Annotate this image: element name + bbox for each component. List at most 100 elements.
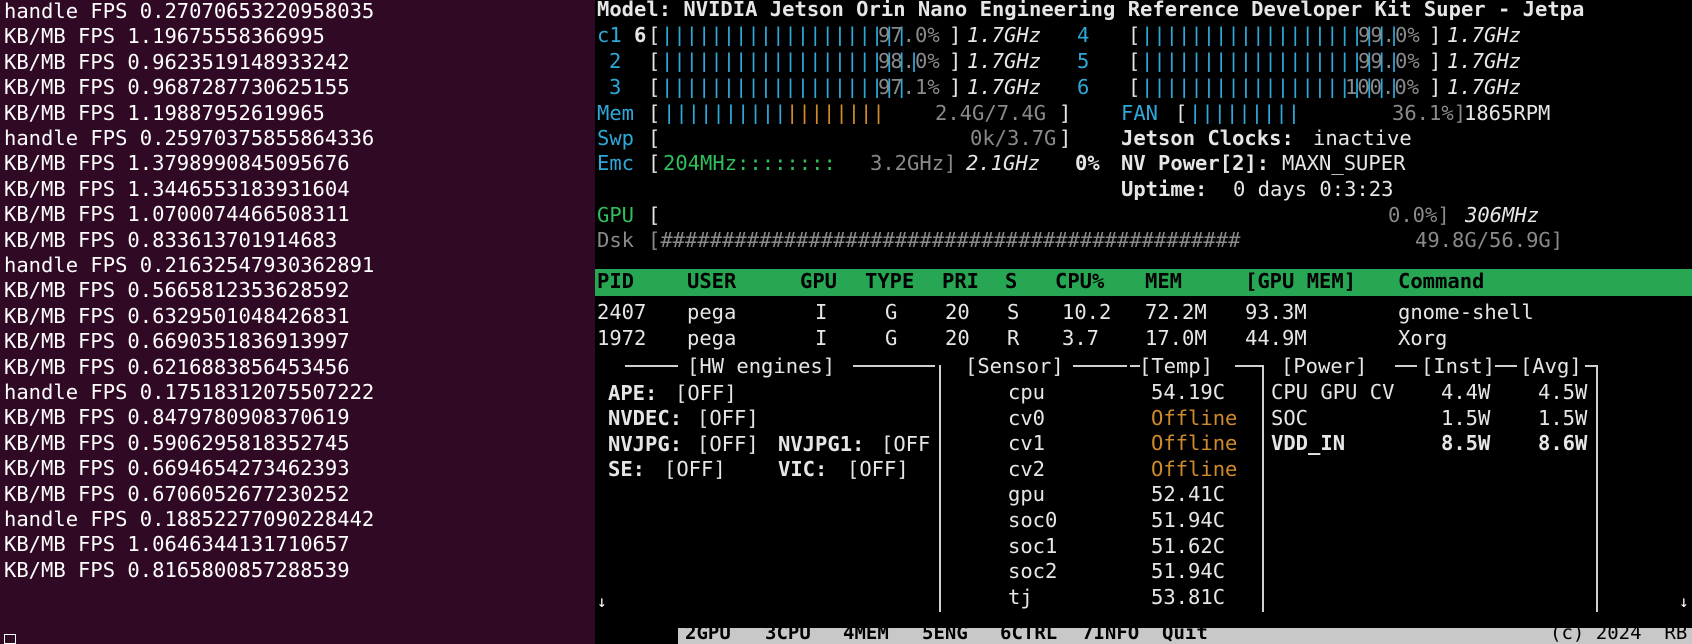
- scroll-down-left-icon[interactable]: ↓: [597, 588, 607, 615]
- process-cell: 17.0M: [1145, 326, 1207, 350]
- cpu2-bracket-close: ]: [949, 49, 962, 73]
- terminal-line: KB/MB FPS 1.3798990845095676: [4, 151, 350, 176]
- mem-bar: |||||||||| ||||||||: [663, 104, 885, 124]
- dsk-label: Dsk: [597, 228, 635, 252]
- swp-bracket-open: [: [648, 126, 661, 150]
- process-cell[interactable]: gnome-shell: [1398, 299, 1534, 326]
- sensor-temp: 51.94C: [1151, 559, 1226, 584]
- hw-se-value: [OFF]: [664, 457, 726, 481]
- hw-ape-value: [OFF]: [675, 381, 737, 405]
- footer-tab-5eng[interactable]: 5ENG: [922, 620, 968, 644]
- col-gpu-mem[interactable]: [GPU MEM]: [1245, 268, 1356, 295]
- process-cell: pega: [687, 300, 737, 324]
- power-rail-name: SOC: [1271, 405, 1309, 430]
- col-gpu[interactable]: GPU: [800, 268, 837, 295]
- cpu4-freq: 1.7GHz: [1447, 23, 1522, 47]
- footer-copyright: (c) 2024 RB: [1550, 622, 1688, 644]
- cpu2-bracket-open: [: [648, 49, 661, 73]
- power-title: [Power]: [1281, 354, 1368, 378]
- uptime-value: 0 days 0:3:23: [1233, 177, 1394, 201]
- scroll-down-right-icon[interactable]: ↓: [1679, 588, 1689, 615]
- process-cell: G: [885, 326, 898, 350]
- process-cell: 93.3M: [1245, 300, 1307, 324]
- col-user[interactable]: USER: [687, 268, 736, 295]
- dsk-value: 49.8G/56.9G]: [1415, 228, 1564, 252]
- sensor-temp: 52.41C: [1151, 482, 1226, 507]
- avg-title: [Avg]: [1520, 354, 1582, 378]
- cpu1-label: c1: [597, 23, 622, 47]
- cpu-count: 6: [634, 23, 647, 47]
- swp-value: 0k/3.7G: [970, 126, 1057, 150]
- process-cell: 3.7: [1062, 326, 1100, 350]
- process-cell: 20: [945, 326, 970, 350]
- fan-rpm: 1865RPM: [1464, 101, 1551, 125]
- sensor-name: cv0: [1008, 405, 1046, 430]
- footer-tab-4mem[interactable]: 4MEM: [843, 620, 889, 644]
- terminal-line: KB/MB FPS 1.0646344131710657: [4, 532, 350, 557]
- process-cell: 72.2M: [1145, 300, 1207, 324]
- process-cell: S: [1007, 300, 1020, 324]
- cpu3-pct: 97.1%: [878, 75, 940, 99]
- sensor-name: cpu: [1008, 380, 1046, 404]
- sensor-temp: 53.81C: [1151, 584, 1226, 609]
- jtop-pane[interactable]: Model: NVIDIA Jetson Orin Nano Engineeri…: [595, 0, 1692, 644]
- process-cell: 1972: [597, 326, 647, 350]
- terminal-line: handle FPS 0.18852277090228442: [4, 507, 375, 531]
- terminal-line: KB/MB FPS 1.19675558366995: [4, 24, 325, 49]
- hw-nvjpg1-value: [OFF: [881, 432, 931, 456]
- terminal-line: KB/MB FPS 0.5906295818352745: [4, 430, 350, 455]
- col-cpu[interactable]: CPU%: [1055, 268, 1104, 295]
- terminal-line: KB/MB FPS 0.5665812353628592: [4, 278, 350, 303]
- col-pid[interactable]: PID: [597, 268, 634, 295]
- col-command[interactable]: Command: [1398, 268, 1484, 295]
- mem-label: Mem: [597, 101, 635, 125]
- footer-tab-quit[interactable]: Quit: [1162, 620, 1208, 644]
- nv-power-value: MAXN_SUPER: [1282, 151, 1406, 175]
- terminal-line: KB/MB FPS 1.0700074466508311: [4, 202, 350, 227]
- terminal-line: KB/MB FPS 0.9623519148933242: [4, 49, 350, 74]
- terminal-output-pane[interactable]: handle FPS 0.27070653220958035 KB/MB FPS …: [0, 0, 595, 644]
- footer-tab-2gpu[interactable]: 2GPU: [685, 620, 731, 644]
- footer-tab-3cpu[interactable]: 3CPU: [765, 620, 811, 644]
- col-mem[interactable]: MEM: [1145, 268, 1182, 295]
- process-cell: 10.2: [1062, 300, 1112, 324]
- terminal-line: KB/MB FPS 1.3446553183931604: [4, 176, 350, 201]
- col-type[interactable]: TYPE: [865, 268, 914, 295]
- sensor-name: cv1: [1008, 431, 1046, 456]
- gpu-pct: 0.0%]: [1388, 203, 1450, 227]
- terminal-line: KB/MB FPS 0.6329501048426831: [4, 303, 350, 328]
- terminal-line: KB/MB FPS 0.6694654273462393: [4, 456, 350, 481]
- sensor-temp: 54.19C: [1151, 380, 1226, 404]
- terminal-line: KB/MB FPS 0.8165800857288539: [4, 557, 350, 582]
- terminal-line: KB/MB FPS 1.19887952619965: [4, 100, 325, 125]
- cpu4-label: 4: [1077, 23, 1090, 47]
- cpu3-label: 3: [609, 75, 622, 99]
- sensor-temp: Offline: [1151, 405, 1238, 430]
- footer-tab-1all[interactable]: 1ALL: [607, 620, 653, 644]
- cpu1-pct: 97.0%: [878, 23, 940, 47]
- power-inst: 4.4W: [1441, 380, 1491, 404]
- terminal-line: handle FPS 0.27070653220958035: [4, 0, 375, 23]
- cpu1-freq: 1.7GHz: [967, 23, 1042, 47]
- jetson-clocks-value: inactive: [1313, 126, 1412, 150]
- footer-tab-7info[interactable]: 7INFO: [1082, 620, 1139, 644]
- terminal-line: KB/MB FPS 0.9687287730625155: [4, 75, 350, 100]
- power-inst: 8.5W: [1441, 431, 1491, 456]
- power-inst: 1.5W: [1441, 405, 1491, 430]
- cpu4-bracket-close: ]: [1429, 23, 1442, 47]
- mem-bracket-open: [: [648, 101, 661, 125]
- cpu5-bracket-close: ]: [1429, 49, 1442, 73]
- process-cell[interactable]: Xorg: [1398, 325, 1447, 352]
- cpu6-pct: 100.0%: [1345, 75, 1420, 99]
- hw-nvdec-label: NVDEC:: [608, 406, 683, 430]
- hw-nvjpg1-label: NVJPG1:: [778, 432, 865, 456]
- col-pri[interactable]: PRI: [942, 268, 979, 295]
- footer-tab-6ctrl[interactable]: 6CTRL: [1000, 620, 1057, 644]
- emc-pct: 0%: [1075, 151, 1100, 175]
- sensor-title: [Sensor]: [965, 354, 1064, 378]
- process-cell: G: [885, 300, 898, 324]
- col-state[interactable]: S: [1005, 268, 1017, 295]
- gpu-bracket-open: [: [648, 203, 661, 227]
- cpu5-label: 5: [1077, 49, 1090, 73]
- process-table-header: PID USER GPU TYPE PRI S CPU% MEM [GPU ME…: [595, 269, 1692, 296]
